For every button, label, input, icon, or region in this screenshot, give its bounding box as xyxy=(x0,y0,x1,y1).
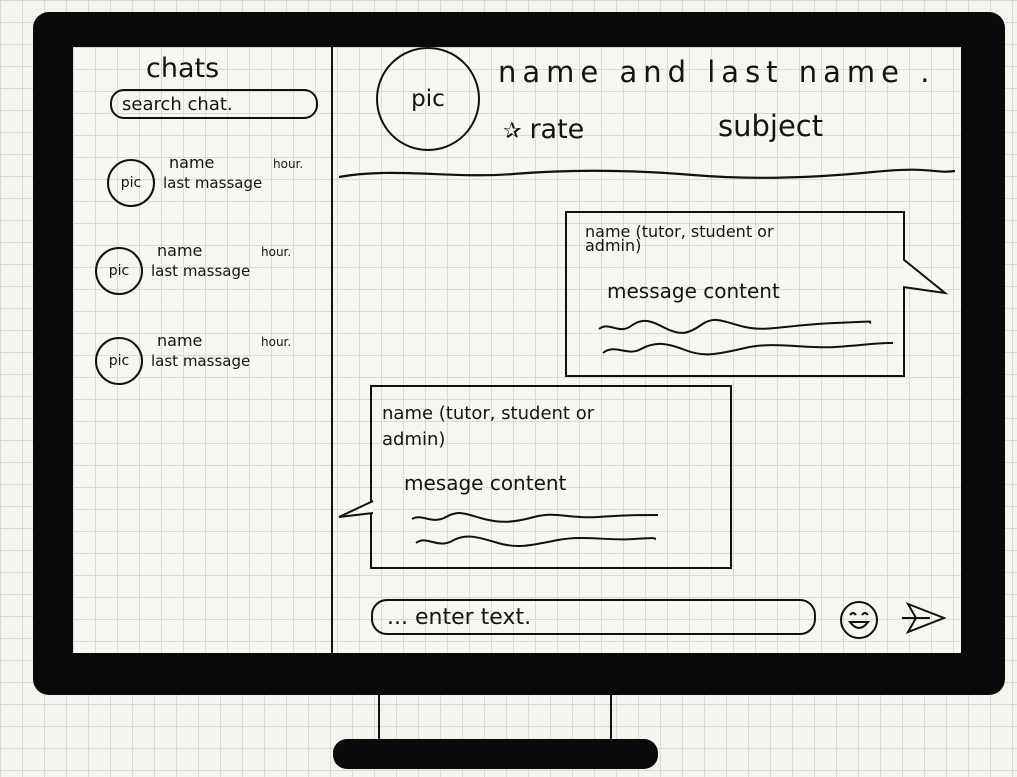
chat-hour: hour. xyxy=(273,157,304,171)
message-content: mesage content xyxy=(404,471,567,495)
message-text-scribble xyxy=(411,512,659,548)
chat-list-item[interactable]: pic name hour. last massage xyxy=(85,241,311,301)
message-content: message content xyxy=(607,279,780,303)
chat-sidebar: chats search chat. pic name hour. last m… xyxy=(73,47,333,653)
avatar: pic xyxy=(95,247,143,295)
chat-last-message: last massage xyxy=(163,174,263,192)
search-placeholder: search chat. xyxy=(122,94,233,115)
search-chat-input[interactable]: search chat. xyxy=(110,89,318,119)
message-bubble-outgoing: name (tutor, student or admin) message c… xyxy=(565,211,905,377)
rate-label: rate xyxy=(529,114,585,145)
monitor-stand-base xyxy=(333,739,658,769)
chat-hour: hour. xyxy=(261,245,292,259)
message-input[interactable]: ... enter text. xyxy=(371,599,816,635)
monitor-stand-neck xyxy=(378,695,386,745)
chat-last-message: last massage xyxy=(151,262,251,280)
chat-contact-name: name xyxy=(157,241,203,260)
chat-app-screen: chats search chat. pic name hour. last m… xyxy=(73,47,961,653)
message-sender: name (tutor, student or admin) xyxy=(382,403,595,450)
message-bubble-incoming: name (tutor, student or admin) mesage co… xyxy=(370,385,732,569)
chat-contact-name: name xyxy=(169,153,215,172)
outgoing-bubble-tail xyxy=(903,258,949,295)
message-text-scribble xyxy=(598,318,894,356)
message-input-placeholder: ... enter text. xyxy=(387,605,532,630)
monitor-stand-neck xyxy=(604,695,612,745)
sidebar-title: chats xyxy=(146,53,220,84)
contact-rating[interactable]: ✰ rate xyxy=(503,114,584,145)
chat-list-item[interactable]: pic name hour. last massage xyxy=(85,331,311,391)
chat-hour: hour. xyxy=(261,335,292,349)
chat-last-message: last massage xyxy=(151,352,251,370)
star-icon: ✰ xyxy=(503,119,522,144)
smiley-icon[interactable] xyxy=(839,600,879,640)
chat-list-item[interactable]: pic name hour. last massage xyxy=(97,153,323,213)
contact-full-name: name and last name . xyxy=(498,55,936,89)
send-icon[interactable] xyxy=(900,600,948,636)
avatar: pic xyxy=(107,159,155,207)
contact-avatar: pic xyxy=(376,47,480,151)
conversation-pane: pic name and last name . ✰ rate subject n… xyxy=(333,47,961,653)
contact-subject: subject xyxy=(718,109,824,143)
header-divider xyxy=(338,168,956,179)
message-sender: name (tutor, student or admin) xyxy=(585,222,774,255)
chat-contact-name: name xyxy=(157,331,203,350)
incoming-bubble-tail xyxy=(338,500,374,518)
avatar: pic xyxy=(95,337,143,385)
